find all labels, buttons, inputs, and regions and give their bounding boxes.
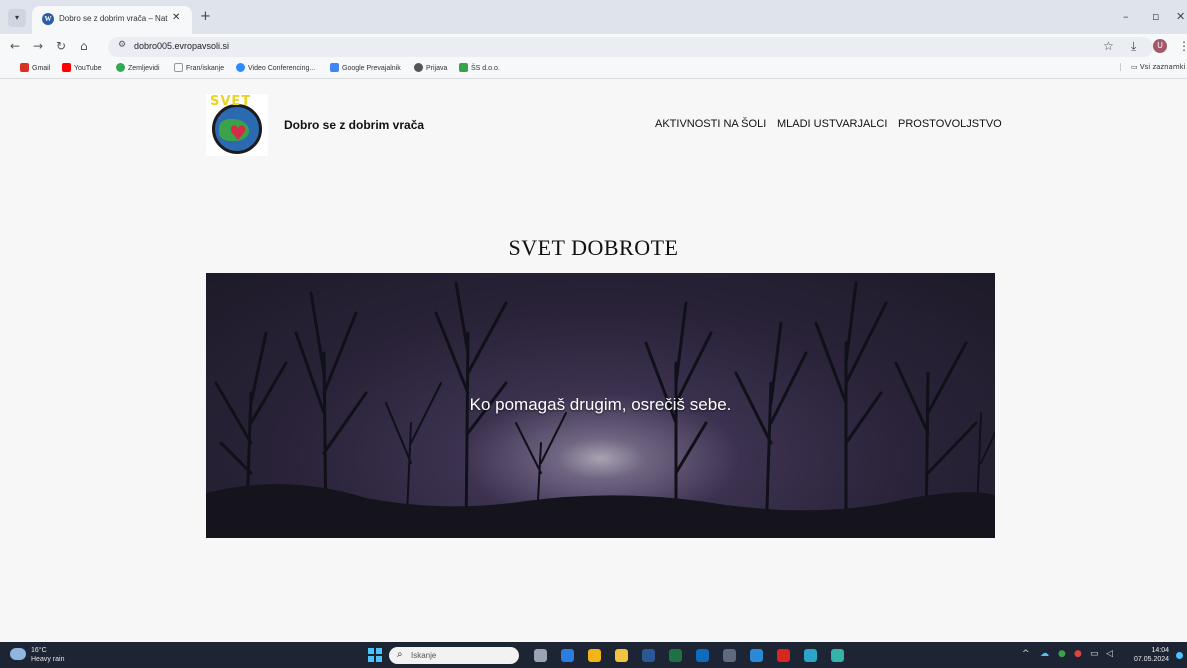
bookmark-label: Video Conferencing... bbox=[248, 65, 316, 72]
bookmark-fran[interactable]: Fran/iskanje bbox=[174, 63, 224, 72]
hero-quote: Ko pomagaš drugim, osrečiš sebe. bbox=[469, 395, 732, 414]
temperature: 16°C bbox=[31, 647, 47, 654]
home-icon[interactable]: ⌂ bbox=[80, 39, 88, 53]
task-view-icon[interactable] bbox=[534, 649, 547, 662]
hero-image: Ko pomagaš drugim, osrečiš sebe. bbox=[206, 273, 995, 538]
web-page: ♥ SVET Dobro se z dobrim vrača AKTIVNOST… bbox=[0, 80, 1187, 642]
tray-red-icon[interactable]: ● bbox=[1074, 649, 1082, 659]
download-icon[interactable] bbox=[804, 649, 817, 662]
bookmark-gmail[interactable]: Gmail bbox=[20, 63, 50, 72]
back-icon[interactable]: ← bbox=[10, 39, 20, 53]
bookmark-prijava[interactable]: Prijava bbox=[414, 63, 447, 72]
tab-title: Dobro se z dobrim vrača – Nat bbox=[59, 14, 168, 23]
nav-mladi-ustvarjalci[interactable]: MLADI USTVARJALCI bbox=[777, 118, 887, 130]
browser-tab[interactable]: W Dobro se z dobrim vrača – Nat ✕ bbox=[32, 6, 192, 34]
edge-icon[interactable] bbox=[831, 649, 844, 662]
start-button[interactable] bbox=[368, 648, 382, 662]
tray-green-icon[interactable]: ● bbox=[1058, 649, 1066, 659]
maps-icon bbox=[116, 63, 125, 72]
bookmark-zemljevidi[interactable]: Zemljevidi bbox=[116, 63, 160, 72]
browser-tab-bar: ▾ W Dobro se z dobrim vrača – Nat ✕ + – … bbox=[0, 0, 1187, 34]
forward-icon[interactable]: → bbox=[33, 39, 43, 53]
reload-icon[interactable]: ↻ bbox=[56, 39, 66, 53]
file-explorer-icon[interactable] bbox=[615, 649, 628, 662]
fran-icon bbox=[174, 63, 183, 72]
globe-icon bbox=[414, 63, 423, 72]
windows-taskbar: 16°C Heavy rain ⌕ Iskanje ^ ☁ ● ● ▭ ◁ 14… bbox=[0, 642, 1187, 668]
bookmark-youtube[interactable]: YouTube bbox=[62, 63, 102, 72]
site-title[interactable]: Dobro se z dobrim vrača bbox=[284, 118, 424, 132]
address-bar[interactable]: ⚙ dobro005.evropavsoli.si bbox=[108, 37, 1153, 57]
widgets-icon[interactable] bbox=[561, 649, 574, 662]
all-bookmarks-label: Vsi zaznamki bbox=[1139, 63, 1186, 71]
ss-icon bbox=[459, 63, 468, 72]
search-icon: ⌕ bbox=[397, 649, 403, 660]
acrobat-icon[interactable] bbox=[777, 649, 790, 662]
excel-icon[interactable] bbox=[669, 649, 682, 662]
site-info-icon[interactable]: ⚙ bbox=[118, 40, 126, 50]
logo-globe: ♥ bbox=[212, 104, 262, 154]
wordpress-icon: W bbox=[42, 13, 54, 25]
address-toolbar: ← → ↻ ⌂ ⚙ dobro005.evropavsoli.si ☆ ⤓ ⋮ bbox=[0, 34, 1187, 60]
translate-icon bbox=[330, 63, 339, 72]
help-icon[interactable] bbox=[750, 649, 763, 662]
close-window-icon[interactable]: ✕ bbox=[1176, 10, 1185, 23]
zoom-icon bbox=[236, 63, 245, 72]
bookmark-label: Fran/iskanje bbox=[186, 65, 225, 72]
url-text[interactable]: dobro005.evropavsoli.si bbox=[134, 41, 229, 51]
weather-widget[interactable]: 16°C Heavy rain bbox=[31, 646, 64, 664]
menu-icon[interactable]: ⋮ bbox=[1178, 39, 1187, 53]
weather-condition: Heavy rain bbox=[31, 656, 65, 663]
notification-icon[interactable] bbox=[1176, 652, 1183, 659]
new-tab-button[interactable]: + bbox=[200, 9, 211, 24]
onedrive-icon[interactable]: ☁ bbox=[1040, 649, 1049, 659]
search-placeholder: Iskanje bbox=[411, 651, 437, 660]
all-bookmarks-folder[interactable]: ▭ Vsi zaznamki bbox=[1120, 63, 1186, 71]
time: 14:04 bbox=[1151, 647, 1170, 654]
bookmark-label: Google Prevajalnik bbox=[342, 65, 401, 72]
bookmark-label: ŠS d.o.o. bbox=[471, 65, 500, 72]
taskbar-search[interactable]: ⌕ Iskanje bbox=[389, 647, 519, 664]
bookmark-label: Zemljevidi bbox=[128, 65, 160, 72]
bookmark-label: Prijava bbox=[426, 65, 448, 72]
screen: ▾ W Dobro se z dobrim vrača – Nat ✕ + – … bbox=[0, 0, 1187, 668]
close-tab-icon[interactable]: ✕ bbox=[172, 12, 180, 23]
minimize-icon[interactable]: – bbox=[1123, 10, 1129, 23]
bookmark-ss[interactable]: ŠS d.o.o. bbox=[459, 63, 500, 72]
outlook-icon[interactable] bbox=[696, 649, 709, 662]
youtube-icon bbox=[62, 63, 71, 72]
page-heading: SVET DOBROTE bbox=[508, 235, 679, 260]
profile-avatar[interactable]: U bbox=[1153, 39, 1167, 53]
gmail-icon bbox=[20, 63, 29, 72]
downloads-icon[interactable]: ⤓ bbox=[1131, 39, 1136, 54]
clock[interactable]: 14:04 07.05.2024 bbox=[1134, 646, 1169, 664]
nav-prostovoljstvo[interactable]: PROSTOVOLJSTVO bbox=[898, 118, 1002, 130]
bookmark-label: YouTube bbox=[74, 65, 102, 72]
network-icon[interactable]: ▭ bbox=[1090, 649, 1099, 659]
logo-word: SVET bbox=[210, 94, 252, 109]
date: 07.05.2024 bbox=[1134, 656, 1170, 663]
bookmark-label: Gmail bbox=[32, 65, 51, 72]
calculator-icon[interactable] bbox=[723, 649, 736, 662]
bookmark-google-translate[interactable]: Google Prevajalnik bbox=[330, 63, 401, 72]
weather-icon[interactable] bbox=[10, 648, 26, 660]
nav-aktivnosti[interactable]: AKTIVNOSTI NA ŠOLI bbox=[655, 118, 766, 130]
volume-icon[interactable]: ◁ bbox=[1106, 649, 1113, 659]
bookmark-video-conferencing[interactable]: Video Conferencing... bbox=[236, 63, 315, 72]
tab-search-icon[interactable]: ▾ bbox=[8, 9, 26, 27]
site-logo[interactable]: ♥ SVET bbox=[206, 94, 268, 156]
bookmarks-bar: Gmail YouTube Zemljevidi Fran/iskanje Vi… bbox=[0, 60, 1187, 79]
word-icon[interactable] bbox=[642, 649, 655, 662]
tray-chevron-icon[interactable]: ^ bbox=[1022, 649, 1030, 659]
heart-icon: ♥ bbox=[229, 121, 247, 145]
restore-icon[interactable]: ▫ bbox=[1152, 10, 1159, 23]
bookmark-star-icon[interactable]: ☆ bbox=[1103, 39, 1114, 53]
chrome-icon[interactable] bbox=[588, 649, 601, 662]
